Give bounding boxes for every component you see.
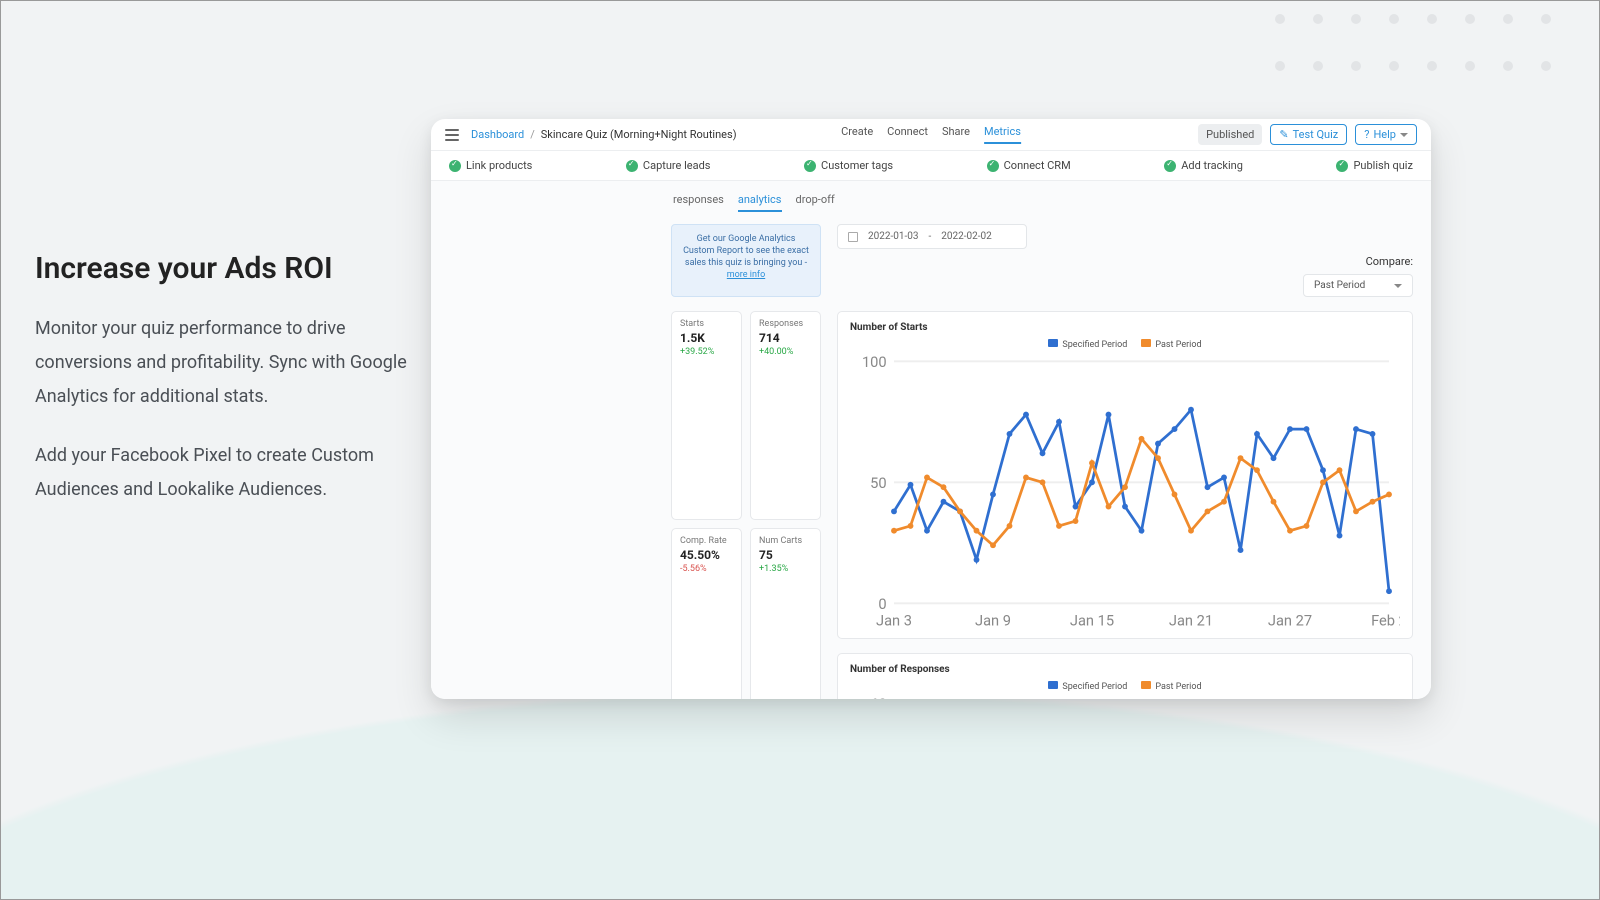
menu-icon[interactable]: [445, 129, 459, 141]
nav-create[interactable]: Create: [841, 125, 873, 144]
step-customer-tags[interactable]: Customer tags: [821, 159, 893, 172]
svg-text:100: 100: [862, 354, 887, 371]
kpi-card: Comp. Rate 45.50% -5.56%: [671, 528, 742, 699]
chevron-down-icon: [1400, 133, 1408, 137]
chart-svg: 0204060Jan 3Jan 9Jan 15Jan 21Jan 27Feb 2: [850, 696, 1400, 699]
nav-metrics[interactable]: Metrics: [984, 125, 1021, 144]
marketing-paragraph-1: Monitor your quiz performance to drive c…: [35, 312, 415, 415]
step-add-tracking[interactable]: Add tracking: [1181, 159, 1243, 172]
svg-text:Jan 27: Jan 27: [1268, 611, 1312, 629]
check-icon: [449, 160, 461, 172]
check-icon: [1164, 160, 1176, 172]
kpi-value: 45.50%: [680, 548, 733, 562]
svg-text:Feb 2: Feb 2: [1371, 611, 1400, 629]
chart-legend: Specified PeriodPast Period: [850, 681, 1400, 692]
help-button[interactable]: ? Help: [1355, 124, 1417, 145]
date-end: 2022-02-02: [941, 231, 992, 242]
kpi-card: Responses 714 +40.00%: [750, 311, 821, 520]
test-quiz-label: Test Quiz: [1293, 128, 1339, 141]
check-icon: [1336, 160, 1348, 172]
marketing-headline: Increase your Ads ROI: [35, 251, 415, 286]
compare-label: Compare:: [1366, 255, 1413, 268]
compare-select[interactable]: Past Period: [1303, 274, 1413, 297]
step-publish-quiz[interactable]: Publish quiz: [1353, 159, 1412, 172]
chart-legend: Specified PeriodPast Period: [850, 339, 1400, 350]
kpi-label: Responses: [759, 319, 812, 329]
test-quiz-button[interactable]: ✎ Test Quiz: [1270, 124, 1347, 145]
svg-text:Jan 3: Jan 3: [876, 611, 912, 629]
svg-text:60: 60: [870, 696, 886, 699]
svg-text:Jan 15: Jan 15: [1070, 611, 1114, 629]
nav-connect[interactable]: Connect: [887, 125, 928, 144]
edit-icon: ✎: [1279, 128, 1288, 141]
breadcrumb-current: Skincare Quiz (Morning+Night Routines): [541, 128, 737, 141]
status-badge: Published: [1198, 124, 1262, 145]
chart-card: Number of Starts Specified PeriodPast Per…: [837, 311, 1413, 639]
chart-svg: 0 50 100 Jan 3 Jan 9 Jan 15 Jan 21 Jan 27 Feb 2: [850, 354, 1400, 629]
svg-text:Jan 9: Jan 9: [975, 611, 1011, 629]
calendar-icon: [848, 232, 858, 242]
kpi-value: 75: [759, 548, 812, 562]
svg-text:0: 0: [878, 595, 886, 613]
step-link-products[interactable]: Link products: [466, 159, 532, 172]
chart-title: Number of Responses: [850, 664, 1400, 675]
help-icon: ?: [1364, 128, 1369, 141]
chevron-down-icon: [1394, 284, 1402, 288]
kpi-value: 714: [759, 331, 812, 345]
date-range-picker[interactable]: 2022-01-03 - 2022-02-02: [837, 224, 1027, 249]
subtab-dropoff[interactable]: drop-off: [796, 193, 835, 212]
help-label: Help: [1373, 128, 1396, 141]
kpi-card: Num Carts 75 +1.35%: [750, 528, 821, 699]
svg-text:50: 50: [870, 474, 886, 492]
subtab-responses[interactable]: responses: [673, 193, 724, 212]
kpi-delta: -5.56%: [680, 564, 733, 574]
kpi-delta: +1.35%: [759, 564, 812, 574]
chart-title: Number of Starts: [850, 322, 1400, 333]
kpi-label: Comp. Rate: [680, 536, 733, 546]
ga-callout: Get our Google Analytics Custom Report t…: [671, 224, 821, 297]
check-icon: [987, 160, 999, 172]
compare-selected: Past Period: [1314, 280, 1365, 291]
chart-card: Number of Responses Specified PeriodPast …: [837, 653, 1413, 699]
kpi-label: Num Carts: [759, 536, 812, 546]
kpi-delta: +40.00%: [759, 347, 812, 357]
kpi-value: 1.5K: [680, 331, 733, 345]
step-capture-leads[interactable]: Capture leads: [643, 159, 711, 172]
breadcrumb-root[interactable]: Dashboard: [471, 128, 524, 141]
analytics-dashboard-window: Dashboard / Skincare Quiz (Morning+Night…: [431, 119, 1431, 699]
nav-share[interactable]: Share: [942, 125, 970, 144]
kpi-card: Starts 1.5K +39.52%: [671, 311, 742, 520]
ga-callout-text: Get our Google Analytics Custom Report t…: [683, 234, 809, 268]
svg-text:Jan 21: Jan 21: [1169, 611, 1213, 629]
kpi-label: Starts: [680, 319, 733, 329]
check-icon: [804, 160, 816, 172]
ga-more-info-link[interactable]: more info: [727, 270, 765, 280]
subtab-analytics[interactable]: analytics: [738, 193, 782, 212]
decorative-dots: [1275, 9, 1579, 75]
step-connect-crm[interactable]: Connect CRM: [1004, 159, 1071, 172]
breadcrumb: Dashboard / Skincare Quiz (Morning+Night…: [471, 128, 737, 141]
check-icon: [626, 160, 638, 172]
marketing-paragraph-2: Add your Facebook Pixel to create Custom…: [35, 439, 415, 507]
kpi-delta: +39.52%: [680, 347, 733, 357]
date-start: 2022-01-03: [868, 231, 919, 242]
